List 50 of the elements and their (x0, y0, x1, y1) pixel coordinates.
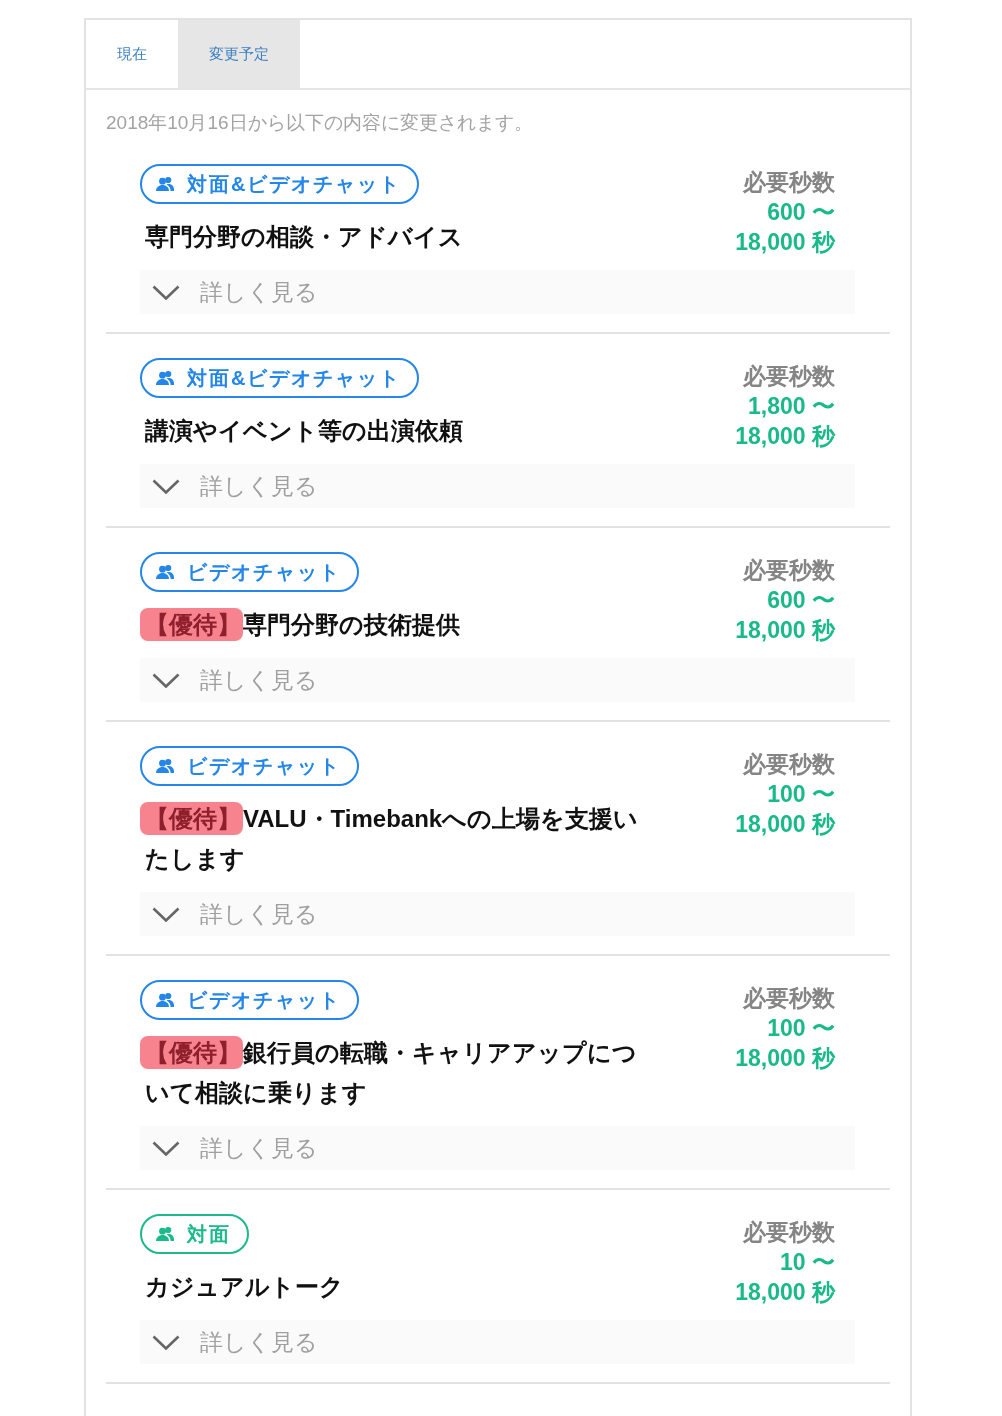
show-more-button[interactable]: 詳しく見る (140, 658, 855, 702)
service-title: 【優待】銀行員の転職・キャリアアップについて相談に乗ります (140, 1031, 650, 1115)
time-max: 18,000 秒 (735, 422, 835, 451)
service-title: 【優待】VALU・Timebankへの上場を支援いたします (140, 797, 650, 881)
tag-label: 対面 (187, 1222, 231, 1246)
tag-label: 対面&ビデオチャット (187, 172, 402, 196)
users-icon (156, 564, 174, 580)
users-icon (156, 1226, 174, 1242)
time-min: 600 〜 (767, 198, 835, 227)
chevron-down-icon (152, 478, 180, 494)
service-title: 講演やイベント等の出演依頼 (144, 416, 464, 446)
chevron-down-icon (152, 906, 180, 922)
time-label: 必要秒数 (743, 1218, 835, 1247)
show-more-button[interactable]: 詳しく見る (140, 1320, 855, 1364)
chevron-down-icon (152, 284, 180, 300)
time-max: 18,000 秒 (735, 228, 835, 257)
tab[interactable]: 変更予定 (178, 20, 300, 88)
tag-label: ビデオチャット (187, 754, 341, 778)
service-title: カジュアルトーク (144, 1272, 345, 1302)
users-icon (156, 992, 174, 1008)
chevron-down-icon (152, 672, 180, 688)
time-min: 1,800 〜 (748, 392, 835, 421)
notice-text: 2018年10月16日から以下の内容に変更されます。 (105, 111, 534, 135)
time-label: 必要秒数 (743, 362, 835, 391)
users-icon (156, 758, 174, 774)
tag-label: ビデオチャット (187, 988, 341, 1012)
show-more-button[interactable]: 詳しく見る (140, 270, 855, 314)
time-min: 100 〜 (767, 780, 835, 809)
show-more-button[interactable]: 詳しく見る (140, 1126, 855, 1170)
service-title: 専門分野の相談・アドバイス (144, 222, 464, 252)
time-label: 必要秒数 (743, 750, 835, 779)
chevron-down-icon (152, 1140, 180, 1156)
time-min: 600 〜 (767, 586, 835, 615)
users-icon (156, 370, 174, 386)
time-label: 必要秒数 (743, 168, 835, 197)
time-max: 18,000 秒 (735, 1044, 835, 1073)
service-title: 【優待】専門分野の技術提供 (140, 603, 650, 647)
show-more-button[interactable]: 詳しく見る (140, 464, 855, 508)
time-min: 10 〜 (780, 1248, 835, 1277)
users-icon (156, 176, 174, 192)
tag-label: ビデオチャット (187, 560, 341, 584)
tag-label: 対面&ビデオチャット (187, 366, 402, 390)
time-max: 18,000 秒 (735, 616, 835, 645)
time-max: 18,000 秒 (735, 810, 835, 839)
time-min: 100 〜 (767, 1014, 835, 1043)
time-max: 18,000 秒 (735, 1278, 835, 1307)
show-more-button[interactable]: 詳しく見る (140, 892, 855, 936)
time-label: 必要秒数 (743, 556, 835, 585)
time-label: 必要秒数 (743, 984, 835, 1013)
chevron-down-icon (152, 1334, 180, 1350)
